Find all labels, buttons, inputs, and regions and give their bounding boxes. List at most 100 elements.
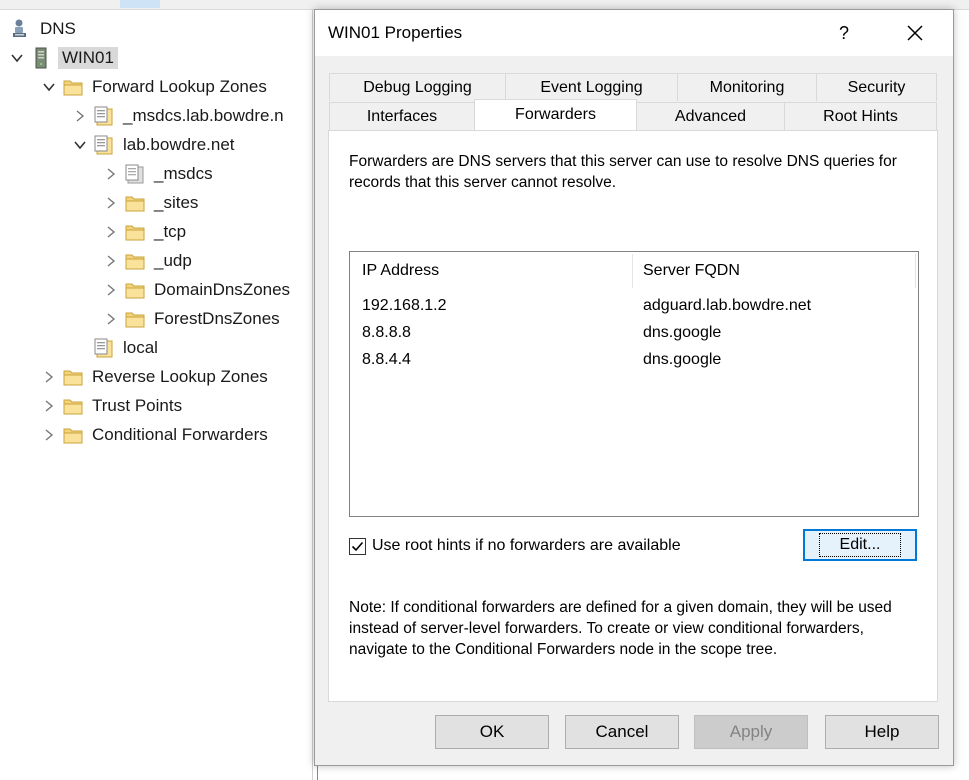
zone-icon [93,134,115,156]
tab-forwarders[interactable]: Forwarders [474,99,637,130]
tree-item-msdcs[interactable]: _msdcs [104,161,213,187]
tree-item-label: DomainDnsZones [154,280,291,299]
folder-icon [124,279,146,301]
edit-button-label: Edit... [818,533,902,557]
conditional-forwarders-note: Note: If conditional forwarders are defi… [349,599,892,658]
folder-icon [62,395,84,417]
cell-ip-address: 192.168.1.2 [362,296,447,314]
cell-server-fqdn: dns.google [643,323,722,341]
cell-ip-address: 8.8.4.4 [362,350,411,368]
tree-item-trust-points[interactable]: Trust Points [42,393,182,419]
list-header: IP Address Server FQDN [350,252,918,290]
root-hints-label[interactable]: Use root hints if no forwarders are avai… [372,537,681,555]
root-hints-option[interactable]: Use root hints if no forwarders are avai… [349,535,681,557]
cell-ip-address: 8.8.8.8 [362,323,411,341]
chevron-right-icon[interactable] [104,312,118,326]
tree-item-sites[interactable]: _sites [104,190,198,216]
forwarders-list[interactable]: IP Address Server FQDN 192.168.1.2 adgua… [349,251,919,517]
close-icon[interactable] [895,18,935,48]
tree-item-label: _msdcs.lab.bowdre.n [123,106,284,125]
folder-icon [124,192,146,214]
tree-item-label: _tcp [154,222,187,241]
tree-item-tcp[interactable]: _tcp [104,219,186,245]
tree-item-udp[interactable]: _udp [104,248,192,274]
chevron-right-icon[interactable] [104,225,118,239]
chevron-right-icon[interactable] [104,196,118,210]
folder-icon [124,250,146,272]
chevron-right-icon[interactable] [42,428,56,442]
tree-item-label: Trust Points [92,396,183,415]
pane-splitter[interactable] [312,10,313,780]
help-button[interactable]: Help [825,715,939,749]
tree-item-win01[interactable]: WIN01 [10,45,118,71]
tree-item-label: Reverse Lookup Zones [92,367,268,386]
tab-panel-forwarders: Forwarders are DNS servers that this ser… [328,130,938,702]
edit-button[interactable]: Edit... [803,529,917,561]
tree-item-label: DNS [40,19,76,38]
tab-event-logging[interactable]: Event Logging [505,73,678,101]
tree-item-label: lab.bowdre.net [123,135,235,154]
tree-item-label: Forward Lookup Zones [92,77,267,96]
column-header-server-fqdn[interactable]: Server FQDN [643,252,740,290]
properties-dialog: WIN01 Properties ? Debug Logging Event L… [314,9,954,766]
column-separator[interactable] [915,254,916,288]
cancel-button[interactable]: Cancel [565,715,679,749]
dns-manager-icon [10,18,32,40]
folder-icon [62,76,84,98]
table-row[interactable]: 8.8.4.4 dns.google [350,346,918,373]
dialog-titlebar[interactable]: WIN01 Properties ? [315,10,953,56]
dialog-title: WIN01 Properties [328,23,463,42]
tree-item-reverse-lookup-zones[interactable]: Reverse Lookup Zones [42,364,268,390]
help-icon[interactable]: ? [827,18,861,48]
folder-icon [124,221,146,243]
tab-monitoring[interactable]: Monitoring [677,73,817,101]
folder-icon [62,366,84,388]
tree-item-label: _sites [154,193,199,212]
folder-icon [62,424,84,446]
chevron-right-icon[interactable] [104,283,118,297]
tree-item-forestdnszones[interactable]: ForestDnsZones [104,306,280,332]
tab-security[interactable]: Security [816,73,937,101]
forwarders-description: Forwarders are DNS servers that this ser… [349,153,897,191]
chevron-right-icon[interactable] [42,370,56,384]
tree-item-label: WIN01 [58,47,118,69]
tree-item-label: ForestDnsZones [154,309,280,328]
tree-item-label: Conditional Forwarders [92,425,268,444]
chevron-down-icon[interactable] [73,138,87,152]
toolbar-selection [120,0,160,8]
chevron-down-icon[interactable] [42,80,56,94]
column-separator[interactable] [632,254,633,288]
tree-item-conditional-forwarders[interactable]: Conditional Forwarders [42,422,268,448]
cell-server-fqdn: adguard.lab.bowdre.net [643,296,812,314]
tree-item-msdcs-zone[interactable]: _msdcs.lab.bowdre.n [73,103,284,129]
cell-server-fqdn: dns.google [643,350,722,368]
zone-icon [93,337,115,359]
tree-item-domaindnszones[interactable]: DomainDnsZones [104,277,290,303]
tab-root-hints[interactable]: Root Hints [784,102,937,130]
zone-icon [93,105,115,127]
tree-item-dns[interactable]: DNS [10,16,76,42]
table-row[interactable]: 192.168.1.2 adguard.lab.bowdre.net [350,292,918,319]
root-hints-checkbox[interactable] [349,537,366,555]
table-row[interactable]: 8.8.8.8 dns.google [350,319,918,346]
chevron-right-icon[interactable] [104,254,118,268]
tree-item-label: _udp [154,251,192,270]
tab-advanced[interactable]: Advanced [636,102,785,130]
chevron-right-icon[interactable] [42,399,56,413]
chevron-down-icon[interactable] [10,51,24,65]
tree-item-label: _msdcs [154,164,213,183]
tab-debug-logging[interactable]: Debug Logging [329,73,506,101]
tree-item-label: local [123,338,158,357]
tree-item-lab-bowdre-net[interactable]: lab.bowdre.net [73,132,235,158]
tree-item-forward-lookup-zones[interactable]: Forward Lookup Zones [42,74,267,100]
apply-button[interactable]: Apply [694,715,808,749]
server-icon [30,47,52,69]
tree-item-local[interactable]: local [93,335,158,361]
chevron-right-icon[interactable] [104,167,118,181]
tab-interfaces[interactable]: Interfaces [329,102,475,130]
folder-icon [124,308,146,330]
scope-tree: DNS WIN01 Forward Lookup Zones _msdcs.la… [0,10,312,780]
chevron-right-icon[interactable] [73,109,87,123]
column-header-ip-address[interactable]: IP Address [362,252,439,290]
ok-button[interactable]: OK [435,715,549,749]
